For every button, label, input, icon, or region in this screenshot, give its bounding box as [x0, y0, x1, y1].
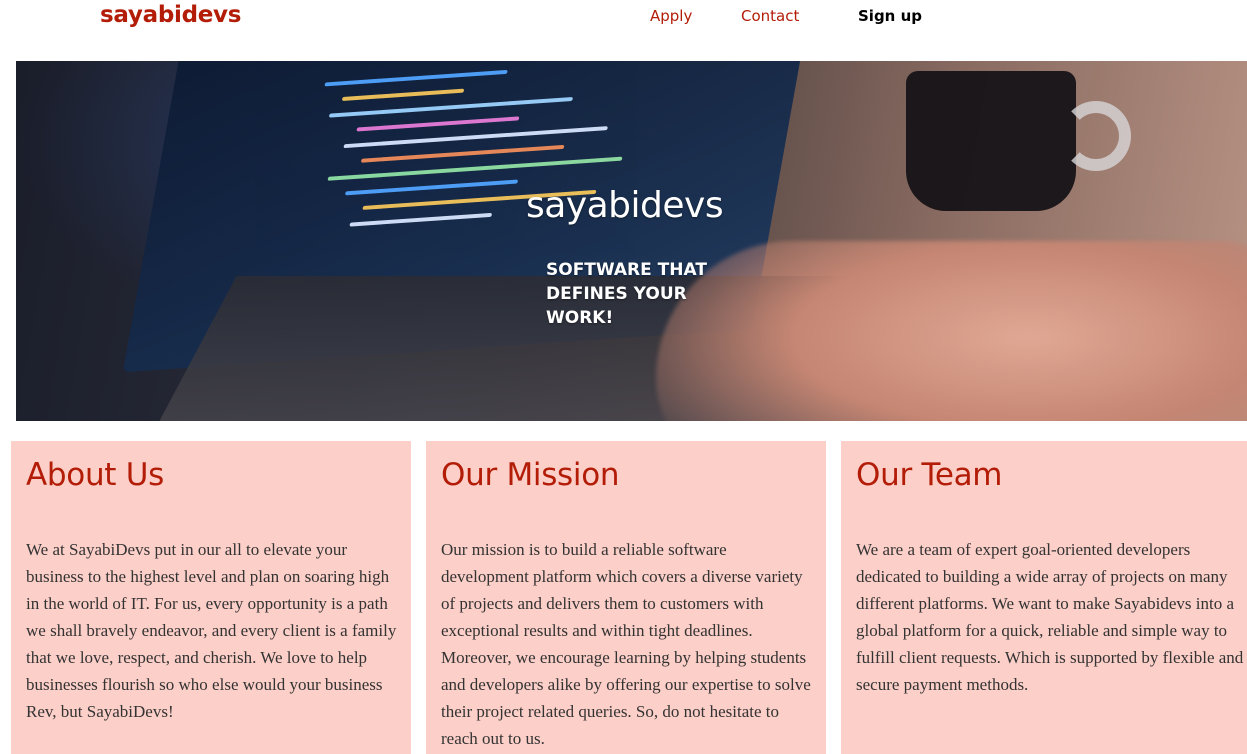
- hero-mug: [906, 71, 1076, 211]
- our-mission-text: Our mission is to build a reliable softw…: [441, 540, 811, 748]
- our-mission-title: Our Mission: [441, 457, 620, 493]
- code-line: [344, 179, 519, 196]
- nav-contact-link[interactable]: Contact: [741, 7, 799, 25]
- about-us-card: About Us We at SayabiDevs put in our all…: [11, 441, 411, 754]
- code-line: [360, 144, 565, 163]
- about-us-title: About Us: [26, 457, 164, 493]
- nav-apply-link[interactable]: Apply: [650, 7, 692, 25]
- nav-signup-link[interactable]: Sign up: [858, 7, 922, 25]
- code-line: [356, 116, 520, 132]
- our-team-text: We are a team of expert goal-oriented de…: [856, 540, 1244, 694]
- hero-title: sayabidevs: [526, 185, 724, 226]
- our-team-card: Our Team We are a team of expert goal-or…: [841, 441, 1247, 754]
- hero-banner: sayabidevs SOFTWARE THAT DEFINES YOUR WO…: [16, 61, 1247, 421]
- logo-link[interactable]: sayabidevs: [100, 2, 241, 28]
- code-line: [324, 69, 508, 87]
- code-line: [328, 96, 574, 118]
- hero-hand: [656, 241, 1247, 421]
- hero-tagline: SOFTWARE THAT DEFINES YOUR WORK!: [546, 260, 707, 328]
- our-team-title: Our Team: [856, 457, 1003, 493]
- code-line: [341, 88, 465, 102]
- code-line: [349, 212, 493, 227]
- site-header: sayabidevs Apply Contact Sign up: [0, 0, 1247, 40]
- our-mission-card: Our Mission Our mission is to build a re…: [426, 441, 826, 754]
- about-us-text: We at SayabiDevs put in our all to eleva…: [26, 540, 397, 721]
- hero-mug-handle: [1061, 101, 1131, 171]
